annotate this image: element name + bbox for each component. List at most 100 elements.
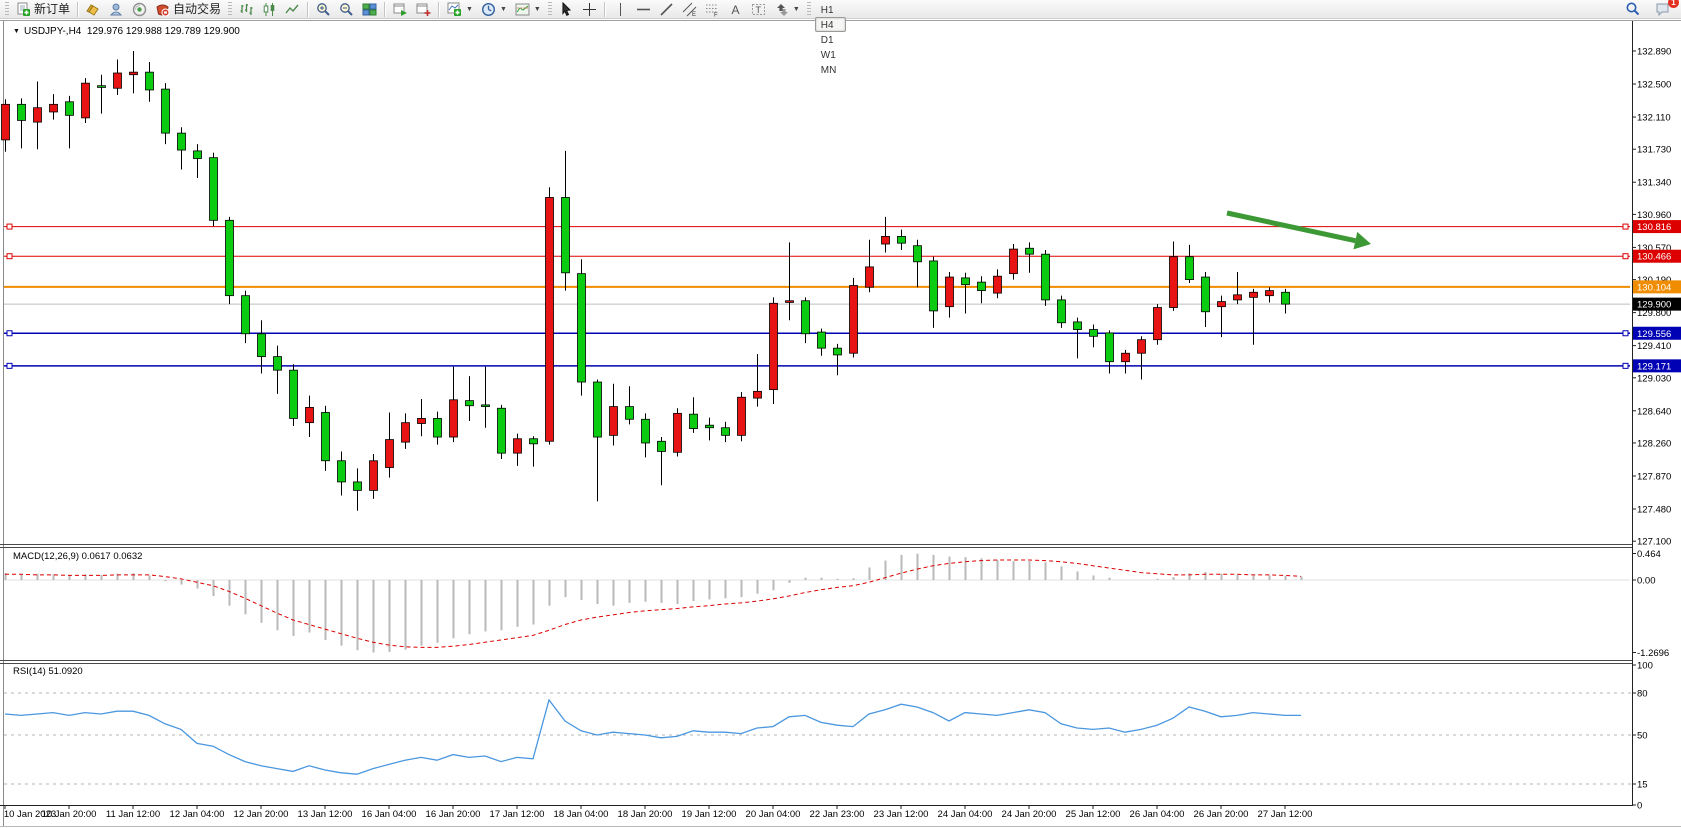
level-marker[interactable] — [7, 331, 12, 336]
text-label-tool-button[interactable]: T — [747, 1, 770, 17]
candle — [226, 217, 234, 304]
time-tick-label: 27 Jan 12:00 — [1258, 809, 1313, 820]
data-feed-button[interactable] — [128, 1, 151, 17]
price-tick-label: 130.960 — [1637, 210, 1671, 221]
price-tick-label: 131.340 — [1637, 178, 1671, 189]
rsi-indicator-label: RSI(14) 51.0920 — [13, 666, 83, 677]
templates-button[interactable]: ▼ — [511, 1, 545, 17]
svg-text:129.556: 129.556 — [1637, 329, 1671, 340]
horizontal-line-icon — [636, 2, 651, 17]
chevron-down-icon: ▼ — [534, 6, 541, 13]
timeframe-H4[interactable]: H4 — [815, 17, 846, 32]
svg-text:129.900: 129.900 — [1637, 300, 1671, 311]
auto-trading-label: 自动交易 — [173, 1, 221, 17]
auto-scroll-button[interactable] — [389, 1, 412, 17]
timeframe-D1[interactable]: D1 — [815, 32, 846, 47]
auto-trading-button[interactable]: 自动交易 — [151, 1, 225, 17]
cursor-tool-button[interactable] — [555, 1, 578, 17]
separator — [307, 2, 309, 17]
price-tick-label: 129.030 — [1637, 373, 1671, 384]
search-icon — [1625, 1, 1641, 17]
trendline-tool-button[interactable] — [655, 1, 678, 17]
crosshair-tool-button[interactable] — [578, 1, 601, 17]
chart-canvas[interactable]: 132.890132.500132.110131.730131.340130.9… — [0, 0, 1681, 828]
svg-text:130.816: 130.816 — [1637, 222, 1671, 233]
time-tick-label: 16 Jan 04:00 — [362, 809, 417, 820]
svg-text:T: T — [755, 5, 761, 15]
timeframe-H1[interactable]: H1 — [815, 2, 846, 17]
price-tick-label: 128.640 — [1637, 406, 1671, 417]
candle — [1058, 296, 1066, 328]
zoom-out-icon — [339, 2, 354, 17]
auto-scroll-icon — [393, 2, 408, 17]
time-tick-label: 12 Jan 20:00 — [234, 809, 289, 820]
line-chart-button[interactable] — [281, 1, 304, 17]
current-price-label: 129.900 — [1633, 298, 1681, 311]
level-marker[interactable] — [7, 254, 12, 259]
equidistant-channel-tool-button[interactable]: E — [678, 1, 701, 17]
candle — [498, 405, 506, 459]
candle — [210, 153, 218, 227]
timeframe-W1[interactable]: W1 — [815, 47, 846, 62]
data-feed-icon — [132, 2, 147, 17]
level-marker[interactable] — [7, 363, 12, 368]
comments-button[interactable]: 1 — [1651, 1, 1675, 17]
fibonacci-tool-button[interactable]: F — [701, 1, 724, 17]
svg-text:F: F — [714, 12, 718, 17]
timeframe-MN[interactable]: MN — [815, 62, 846, 77]
candle — [1042, 250, 1050, 306]
candle — [290, 364, 298, 426]
level-marker[interactable] — [1623, 363, 1628, 368]
svg-text:129.171: 129.171 — [1637, 361, 1671, 372]
add-indicator-button[interactable]: ▼ — [443, 1, 477, 17]
candle — [578, 259, 586, 395]
level-marker[interactable] — [1623, 331, 1628, 336]
time-tick-label: 17 Jan 12:00 — [490, 809, 545, 820]
time-tick-label: 23 Jan 12:00 — [874, 809, 929, 820]
arrows-tool-button[interactable]: ▼ — [770, 1, 804, 17]
level-marker[interactable] — [7, 224, 12, 229]
bar-chart-button[interactable] — [235, 1, 258, 17]
new-order-button[interactable]: 新订单 — [12, 1, 74, 17]
time-tick-label: 13 Jan 12:00 — [298, 809, 353, 820]
zoom-out-button[interactable] — [335, 1, 358, 17]
zoom-in-icon — [316, 2, 331, 17]
price-tick-label: 128.260 — [1637, 438, 1671, 449]
tile-windows-button[interactable] — [358, 1, 381, 17]
macd-tick-label: -1.2696 — [1637, 648, 1669, 659]
toolbar-right: 1 — [1621, 1, 1679, 17]
time-tick-label: 20 Jan 04:00 — [746, 809, 801, 820]
time-tick-label: 11 Jan 12:00 — [106, 809, 160, 820]
time-tick-label: 18 Jan 20:00 — [618, 809, 673, 820]
line-chart-icon — [285, 2, 300, 17]
chart-gold-icon — [86, 2, 101, 17]
periods-button[interactable]: ▼ — [477, 1, 511, 17]
time-tick-label: 12 Jan 04:00 — [170, 809, 225, 820]
zoom-in-button[interactable] — [312, 1, 335, 17]
main-toolbar: 新订单 自动交易 — [0, 0, 1681, 19]
candle — [770, 297, 778, 404]
chart-shift-button[interactable] — [412, 1, 435, 17]
candlestick-chart-button[interactable] — [258, 1, 281, 17]
vertical-line-tool-button[interactable] — [609, 1, 632, 17]
text-tool-button[interactable]: A — [724, 1, 747, 17]
time-tick-label: 10 Jan 20:00 — [42, 809, 97, 820]
notification-badge: 1 — [1668, 0, 1679, 8]
rsi-tick-label: 50 — [1637, 731, 1648, 742]
level-marker[interactable] — [1623, 254, 1628, 259]
level-price-label: 129.171 — [1633, 359, 1681, 372]
level-price-label: 130.104 — [1633, 280, 1681, 293]
macd-tick-label: 0.00 — [1637, 576, 1656, 587]
price-tick-label: 127.870 — [1637, 471, 1671, 482]
trading-terminal: 新订单 自动交易 — [0, 0, 1681, 828]
collapse-caret-icon[interactable]: ▼ — [13, 28, 20, 35]
profiles-button[interactable] — [105, 1, 128, 17]
level-price-label: 130.816 — [1633, 220, 1681, 233]
chart-gold-button[interactable] — [82, 1, 105, 17]
vertical-line-icon — [613, 2, 628, 17]
chevron-down-icon: ▼ — [793, 6, 800, 13]
search-button[interactable] — [1621, 1, 1645, 17]
separator — [384, 2, 386, 17]
horizontal-line-tool-button[interactable] — [632, 1, 655, 17]
level-marker[interactable] — [1623, 224, 1628, 229]
